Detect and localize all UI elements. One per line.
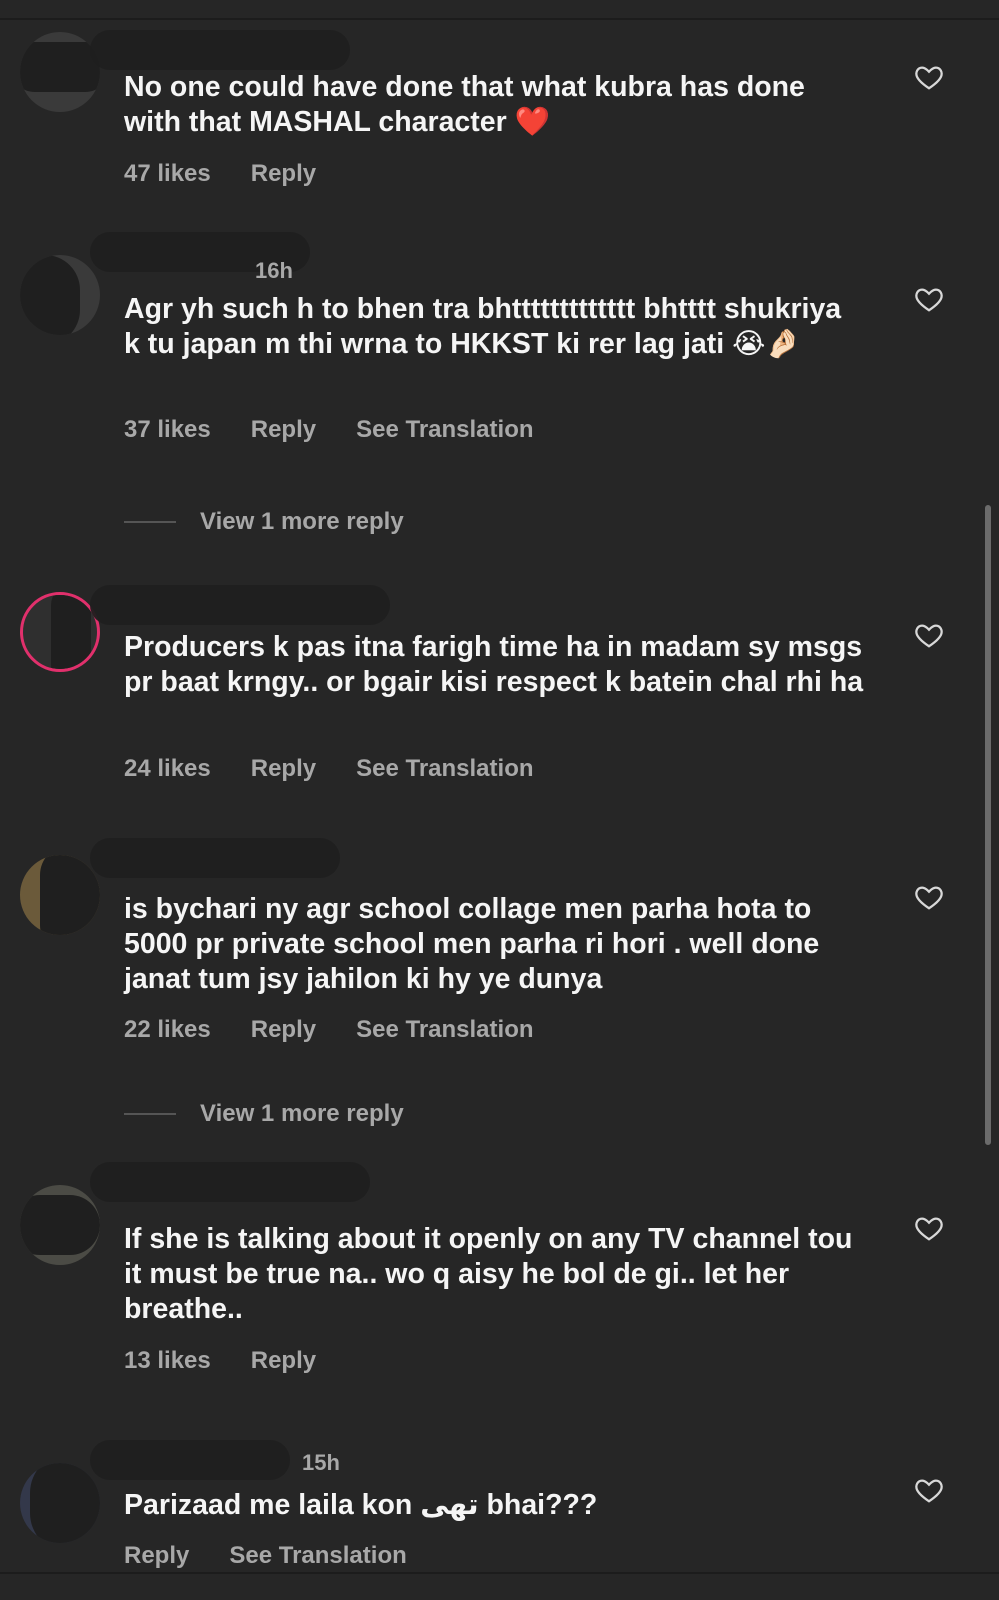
reply-button[interactable]: Reply [251, 1347, 316, 1375]
comment-text: No one could have done that what kubra h… [124, 71, 805, 138]
see-translation-button[interactable]: See Translation [356, 416, 533, 444]
reply-thread-line [124, 521, 176, 523]
view-more-replies-button[interactable]: View 1 more reply [124, 508, 404, 536]
avatar[interactable] [20, 592, 100, 672]
see-translation-button[interactable]: See Translation [356, 1016, 533, 1044]
comment-actions: 37 likes Reply See Translation [124, 416, 534, 444]
username-redacted[interactable] [90, 838, 340, 878]
top-divider [0, 18, 999, 20]
see-translation-button[interactable]: See Translation [229, 1542, 406, 1570]
comment-actions: 22 likes Reply See Translation [124, 1016, 534, 1044]
reply-thread-line [124, 1113, 176, 1115]
username-redacted[interactable] [90, 30, 350, 70]
comment-text: Producers k pas itna farigh time ha in m… [124, 631, 864, 698]
likes-count[interactable]: 13 likes [124, 1347, 211, 1375]
comment-actions: 24 likes Reply See Translation [124, 755, 534, 783]
comment-text: Agr yh such h to bhen tra bhtttttttttttt… [124, 293, 842, 360]
likes-count[interactable]: 47 likes [124, 160, 211, 188]
reply-button[interactable]: Reply [124, 1542, 189, 1570]
view-more-replies-button[interactable]: View 1 more reply [124, 1100, 404, 1128]
avatar[interactable] [20, 255, 100, 335]
view-more-label: View 1 more reply [200, 508, 404, 535]
view-more-label: View 1 more reply [200, 1100, 404, 1127]
username-redacted[interactable] [90, 585, 390, 625]
reply-button[interactable]: Reply [251, 1016, 316, 1044]
comment-text: If she is talking about it openly on any… [124, 1223, 853, 1325]
username-redacted[interactable] [90, 1162, 370, 1202]
reply-button[interactable]: Reply [251, 416, 316, 444]
username-redacted[interactable] [90, 1440, 290, 1480]
bottom-divider [0, 1572, 999, 1574]
scrollbar[interactable] [985, 505, 991, 1145]
comment-text: Parizaad me laila kon تھی bhai??? [124, 1489, 598, 1521]
likes-count[interactable]: 37 likes [124, 416, 211, 444]
heart-outline-icon[interactable] [914, 882, 944, 912]
reply-button[interactable]: Reply [251, 755, 316, 783]
heart-outline-icon[interactable] [914, 284, 944, 314]
likes-count[interactable]: 22 likes [124, 1016, 211, 1044]
reply-button[interactable]: Reply [251, 160, 316, 188]
comment-time: 15h [302, 1450, 340, 1475]
heart-outline-icon[interactable] [914, 1475, 944, 1505]
heart-outline-icon[interactable] [914, 62, 944, 92]
comment-actions: 13 likes Reply [124, 1347, 316, 1375]
avatar[interactable] [20, 32, 100, 112]
comment-text: is bychari ny agr school collage men par… [124, 893, 820, 995]
heart-outline-icon[interactable] [914, 1213, 944, 1243]
comment-time: 16h [255, 258, 293, 283]
heart-outline-icon[interactable] [914, 620, 944, 650]
see-translation-button[interactable]: See Translation [356, 755, 533, 783]
comment-actions: 47 likes Reply [124, 160, 316, 188]
avatar[interactable] [20, 855, 100, 935]
avatar[interactable] [20, 1185, 100, 1265]
comment-actions: Reply See Translation [124, 1542, 407, 1570]
avatar[interactable] [20, 1463, 100, 1543]
likes-count[interactable]: 24 likes [124, 755, 211, 783]
